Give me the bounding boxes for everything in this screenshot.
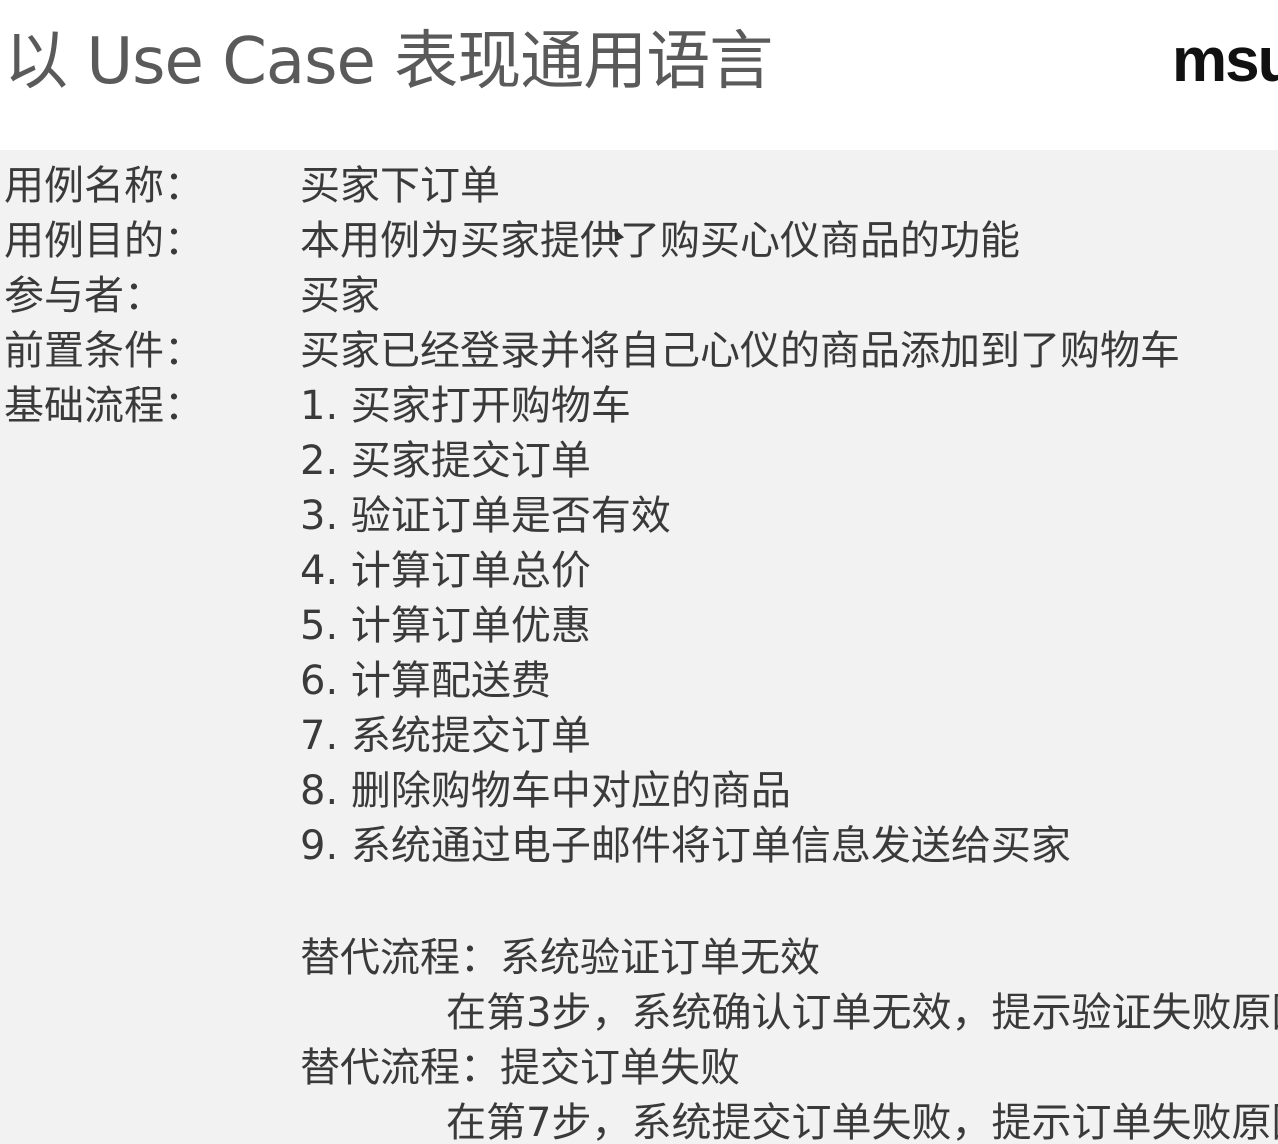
use-case-name-value: 买家下订单 bbox=[300, 163, 500, 209]
flow-step: 2. 买家提交订单 bbox=[300, 438, 591, 484]
use-case-body: 用例名称： 买家下订单 用例目的： 本用例为买家提供了购买心仪商品的功能 参与者… bbox=[0, 150, 1278, 1144]
slide-title: 以 Use Case 表现通用语言 bbox=[4, 25, 773, 99]
flow-step: 1. 买家打开购物车 bbox=[300, 383, 631, 429]
use-case-actor-value: 买家 bbox=[300, 273, 380, 319]
alternative-flow-detail: 在第3步，系统确认订单无效，提示验证失败原因 bbox=[446, 990, 1278, 1036]
flow-step: 8. 删除购物车中对应的商品 bbox=[300, 768, 791, 814]
flow-step: 7. 系统提交订单 bbox=[300, 713, 591, 759]
brand-logo: msu bbox=[1172, 26, 1278, 95]
use-case-precondition-value: 买家已经登录并将自己心仪的商品添加到了购物车 bbox=[300, 328, 1180, 374]
use-case-precondition-label: 前置条件： bbox=[4, 328, 204, 374]
alternative-flow-detail: 在第7步，系统提交订单失败，提示订单失败原因 bbox=[446, 1100, 1278, 1144]
alternative-flow-title: 替代流程：提交订单失败 bbox=[300, 1045, 740, 1091]
flow-step: 5. 计算订单优惠 bbox=[300, 603, 591, 649]
use-case-goal-label: 用例目的： bbox=[4, 218, 204, 264]
use-case-goal-value: 本用例为买家提供了购买心仪商品的功能 bbox=[300, 218, 1020, 264]
flow-step: 3. 验证订单是否有效 bbox=[300, 493, 671, 539]
flow-step: 4. 计算订单总价 bbox=[300, 548, 591, 594]
flow-step: 6. 计算配送费 bbox=[300, 658, 551, 704]
use-case-name-label: 用例名称： bbox=[4, 163, 204, 209]
use-case-flow-label: 基础流程： bbox=[4, 383, 204, 429]
slide-header: 以 Use Case 表现通用语言 msu bbox=[0, 0, 1278, 150]
flow-step: 9. 系统通过电子邮件将订单信息发送给买家 bbox=[300, 823, 1071, 869]
alternative-flow-title: 替代流程：系统验证订单无效 bbox=[300, 935, 820, 981]
use-case-actor-label: 参与者： bbox=[4, 273, 164, 319]
